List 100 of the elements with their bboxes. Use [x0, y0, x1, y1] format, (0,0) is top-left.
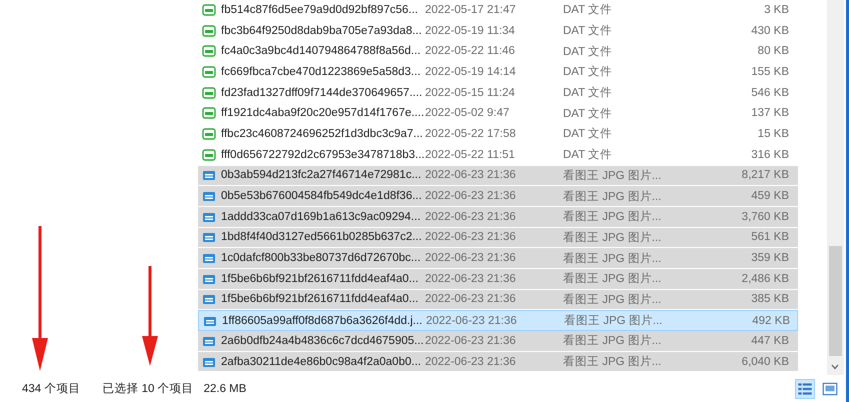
file-size: 492 KB — [751, 314, 790, 327]
file-icon — [202, 86, 216, 100]
image-file-icon — [202, 292, 216, 306]
file-date: 2022-05-22 11:46 — [425, 45, 516, 58]
scrollbar-thumb[interactable] — [829, 246, 842, 356]
file-size: 546 KB — [750, 86, 789, 99]
file-row[interactable]: fd23fad1327dff09f7144de370649657.... 2022-05-15 11:24 DAT 文件 546 KB — [198, 82, 798, 104]
file-row[interactable]: 2afba30211de4e86b0c98a4f2a0a0b0... 2022-06-23 21:36 看图王 JPG 图片... 6,040 KB — [198, 352, 798, 372]
file-icon — [202, 106, 216, 120]
file-name: 2a6b0dfb24a4b4836c6c7dcd4675905... — [221, 334, 421, 347]
file-date: 2022-06-23 21:36 — [425, 356, 517, 368]
file-size: 2,486 KB — [740, 272, 789, 285]
image-file-icon — [202, 168, 216, 182]
file-row[interactable]: 1c0dafcf800b33be80737d6d72670bc... 2022-06-23 21:36 看图王 JPG 图片... 359 KB — [198, 248, 798, 269]
file-size: 137 KB — [750, 107, 789, 120]
file-size: 561 KB — [750, 231, 789, 244]
file-icon — [202, 24, 216, 38]
file-date: 2022-06-23 21:36 — [425, 252, 517, 264]
item-count: 434 个项目 — [22, 382, 80, 396]
file-size: 316 KB — [750, 148, 789, 161]
image-file-icon — [202, 230, 216, 244]
file-size: 3 KB — [763, 4, 789, 16]
file-type: 看图王 JPG 图片... — [563, 354, 662, 370]
file-type: 看图王 JPG 图片... — [563, 272, 662, 286]
file-row[interactable]: ffbc23c4608724696252f1d3dbc3c9a7... 2022-05-22 17:58 DAT 文件 15 KB — [198, 124, 798, 145]
file-icon — [202, 148, 216, 162]
file-name: ff1921dc4aba9f20c20e957d14f1767e.... — [221, 107, 421, 120]
file-type: 看图王 JPG 图片... — [563, 210, 662, 224]
file-date: 2022-05-17 21:47 — [425, 4, 517, 16]
file-type: DAT 文件 — [563, 44, 614, 59]
file-name: fc4a0c3a9bc4d140794864788f8a56d... — [221, 45, 421, 58]
file-type: DAT 文件 — [563, 24, 614, 38]
file-name: 1f5be6b6bf921bf2616711fdd4eaf4a0... — [221, 293, 420, 306]
scrollbar[interactable] — [827, 0, 844, 375]
file-date: 2022-06-23 21:36 — [425, 334, 517, 347]
details-view-icon[interactable] — [796, 380, 814, 398]
file-size: 15 KB — [756, 128, 789, 140]
file-name: 1f5be6b6bf921bf2616711fdd4eaf4a0... — [221, 272, 420, 285]
file-name: fbc3b64f9250d8dab9ba705e7a93da8... — [221, 24, 421, 37]
file-icon — [202, 2, 216, 17]
file-type: DAT 文件 — [563, 106, 614, 121]
file-row[interactable]: fc4a0c3a9bc4d140794864788f8a56d... 2022-05-22 11:46 DAT 文件 80 KB — [198, 41, 798, 62]
file-row[interactable]: 1ff86605a99aff0f8d687b6a3626f4dd.j... 2022-06-23 21:36 看图王 JPG 图片... 492 KB — [198, 310, 798, 331]
file-row[interactable]: 2a6b0dfb24a4b4836c6c7dcd4675905...2022-06-23 21:36 看图王 JPG 图片... 447 KB — [198, 331, 798, 352]
file-size: 8,217 KB — [740, 169, 789, 182]
file-name: fff0d656722792d2c67953e3478718b3... — [221, 148, 421, 161]
file-name: fc669fbca7cbe470d1223869e5a58d3... — [221, 66, 421, 78]
file-row[interactable]: 0b3ab594d213fc2a27f46714e72981c... 2022-06-23 21:36 看图王 JPG 图片... 8,217 KB — [198, 166, 798, 186]
file-type: 看图王 JPG 图片... — [563, 230, 662, 245]
file-type: 看图王 JPG 图片... — [563, 190, 662, 204]
image-file-icon — [202, 251, 216, 266]
file-name: 1addd33ca07d169b1a613c9ac09294... — [221, 210, 421, 223]
file-row[interactable]: 1bd8f4f40d3127ed5661b0285b637c2... 2022-06-23 21:36 看图王 JPG 图片... 561 KB — [198, 228, 798, 248]
selection-count: 已选择 10 个项目 — [102, 382, 194, 396]
file-name: fd23fad1327dff09f7144de370649657.... — [221, 86, 421, 99]
scroll-down-icon[interactable] — [830, 363, 840, 371]
file-type: 看图王 JPG 图片... — [563, 252, 662, 266]
file-type: DAT 文件 — [563, 148, 614, 162]
file-row[interactable]: fb514c87f6d5ee79a9d0d92bf897c56... 2022-05-17 21:47 DAT 文件 3 KB — [198, 0, 798, 21]
file-size: 80 KB — [756, 45, 789, 58]
file-type: DAT 文件 — [563, 126, 614, 142]
file-size: 6,040 KB — [740, 356, 789, 368]
file-name: 1bd8f4f40d3127ed5661b0285b637c2... — [221, 231, 421, 244]
image-file-icon — [202, 189, 216, 204]
file-date: 2022-06-23 21:36 — [425, 169, 517, 182]
file-date: 2022-05-22 11:51 — [425, 148, 516, 161]
file-size: 430 KB — [750, 24, 789, 37]
file-icon — [202, 126, 216, 141]
file-size: 359 KB — [750, 252, 789, 264]
file-name: 0b5e53b676004584fb549dc4e1d8f36... — [221, 190, 421, 202]
file-type: DAT 文件 — [563, 2, 614, 18]
file-size: 3,760 KB — [740, 210, 789, 223]
file-date: 2022-06-23 21:36 — [426, 314, 518, 327]
file-name: 2afba30211de4e86b0c98a4f2a0a0b0... — [221, 356, 421, 368]
file-row[interactable]: 0b5e53b676004584fb549dc4e1d8f36... 2022-06-23 21:36 看图王 JPG 图片... 459 KB — [198, 186, 798, 207]
file-size: 155 KB — [750, 66, 789, 78]
file-type: 看图王 JPG 图片... — [563, 334, 662, 348]
file-type: 看图王 JPG 图片... — [564, 314, 664, 328]
file-date: 2022-05-22 17:58 — [425, 128, 517, 140]
file-name: ffbc23c4608724696252f1d3dbc3c9a7... — [221, 128, 421, 140]
file-row[interactable]: 1f5be6b6bf921bf2616711fdd4eaf4a0... 2022-06-23 21:36 看图王 JPG 图片... 385 KB — [198, 290, 798, 310]
file-type: 看图王 JPG 图片... — [563, 168, 662, 183]
file-row[interactable]: fbc3b64f9250d8dab9ba705e7a93da8... 2022-05-19 11:34 DAT 文件 430 KB — [198, 20, 798, 42]
file-name: 1ff86605a99aff0f8d687b6a3626f4dd.j... — [222, 314, 422, 327]
file-row[interactable]: 1addd33ca07d169b1a613c9ac09294... 2022-06-23 21:36 看图王 JPG 图片... 3,760 KB — [198, 206, 798, 228]
file-row[interactable]: ff1921dc4aba9f20c20e957d14f1767e....2022-05-02 9:47 DAT 文件 137 KB — [198, 103, 798, 124]
file-name: 0b3ab594d213fc2a27f46714e72981c... — [221, 169, 421, 182]
file-type: 看图王 JPG 图片... — [563, 292, 662, 307]
file-date: 2022-06-23 21:36 — [425, 293, 517, 306]
file-size: 385 KB — [750, 293, 789, 306]
selection-size: 22.6 MB — [204, 382, 246, 394]
file-date: 2022-05-15 11:24 — [425, 86, 516, 99]
file-row[interactable]: fc669fbca7cbe470d1223869e5a58d3... 2022-05-19 14:14 DAT 文件 155 KB — [198, 62, 798, 83]
file-date: 2022-06-23 21:36 — [425, 210, 517, 223]
file-date: 2022-05-19 14:14 — [425, 66, 517, 78]
file-row[interactable]: 1f5be6b6bf921bf2616711fdd4eaf4a0... 2022-06-23 21:36 看图王 JPG 图片... 2,486 KB — [198, 268, 798, 290]
file-icon — [202, 44, 216, 58]
file-name: 1c0dafcf800b33be80737d6d72670bc... — [221, 252, 421, 264]
file-date: 2022-05-02 9:47 — [425, 107, 510, 120]
file-row[interactable]: fff0d656722792d2c67953e3478718b3...2022-05-22 11:51 DAT 文件 316 KB — [198, 144, 798, 166]
